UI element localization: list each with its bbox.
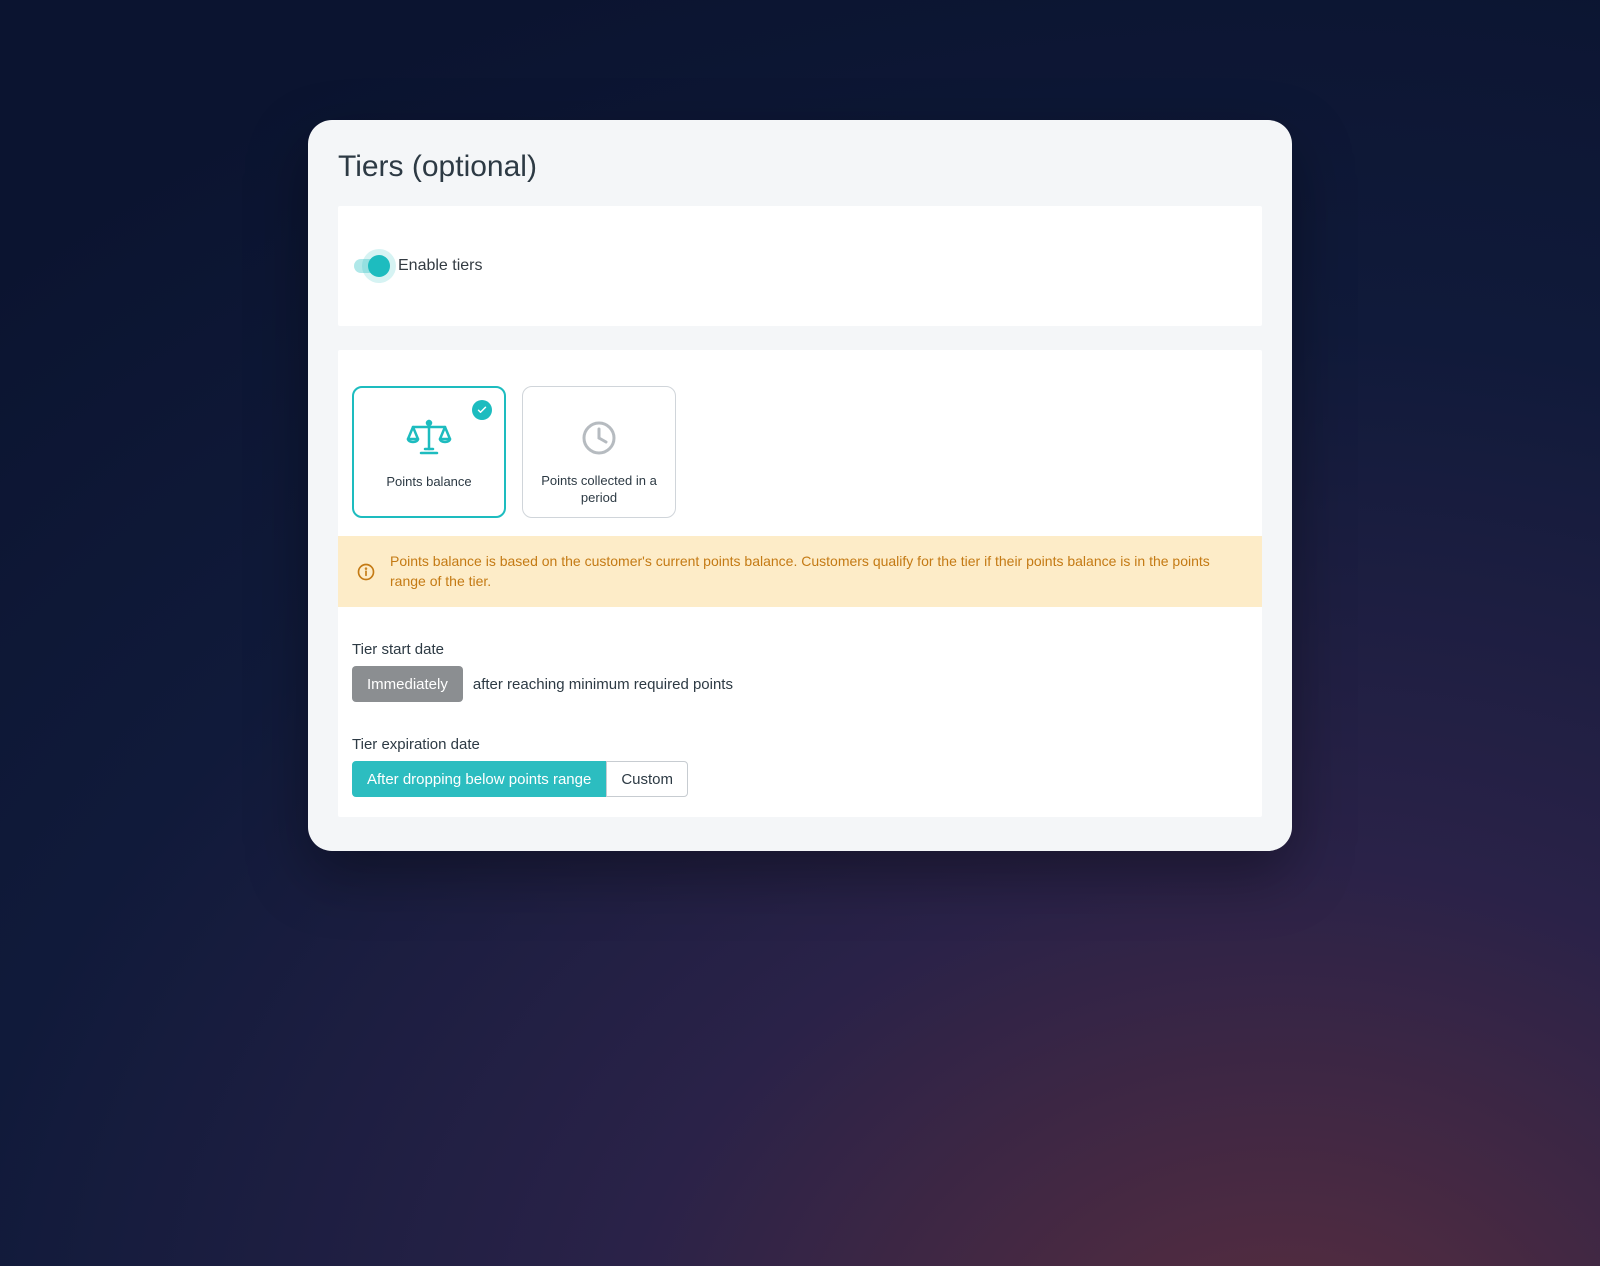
check-icon [472,400,492,420]
page-title: Tiers (optional) [338,150,1262,184]
tier-expire-option-custom[interactable]: Custom [606,761,688,797]
tier-basis-options: Points balance Points collected in a per… [352,370,1248,522]
info-text: Points balance is based on the customer'… [390,552,1244,591]
option-label: Points collected in a period [533,473,665,507]
info-banner: Points balance is based on the customer'… [338,536,1262,607]
enable-tiers-card: Enable tiers [338,206,1262,326]
tier-start-suffix: after reaching minimum required points [473,676,733,693]
clock-icon [579,411,619,465]
enable-tiers-label: Enable tiers [398,257,483,275]
option-points-balance[interactable]: Points balance [352,386,506,518]
option-label: Points balance [386,474,471,491]
scales-icon [405,412,453,466]
enable-tiers-toggle[interactable] [354,256,388,276]
info-icon [356,562,376,582]
tier-start-group: Tier start date Immediately after reachi… [352,641,1248,702]
option-points-period[interactable]: Points collected in a period [522,386,676,518]
tier-expire-option-drop-below[interactable]: After dropping below points range [352,761,606,797]
tier-expire-label: Tier expiration date [352,736,1248,753]
tier-expire-group: Tier expiration date After dropping belo… [352,736,1248,797]
tier-config-card: Points balance Points collected in a per… [338,350,1262,817]
tier-start-label: Tier start date [352,641,1248,658]
tiers-panel: Tiers (optional) Enable tiers [308,120,1292,851]
tier-start-chip-immediately[interactable]: Immediately [352,666,463,702]
